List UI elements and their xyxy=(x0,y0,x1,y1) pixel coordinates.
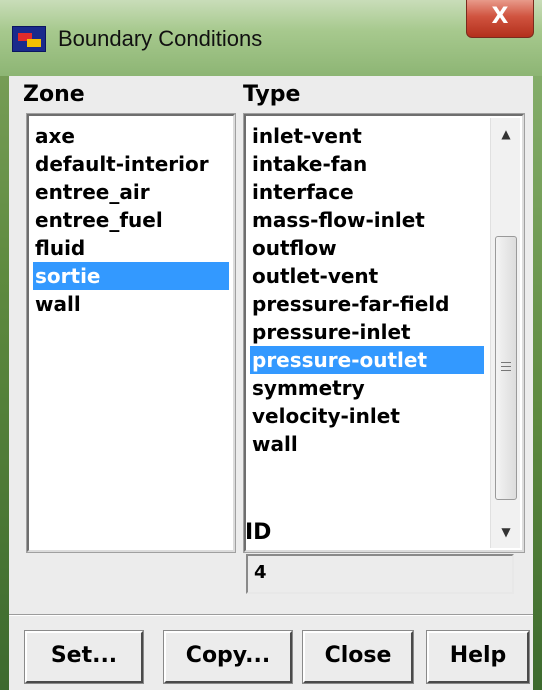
title-bar: Boundary Conditions X xyxy=(0,0,542,76)
fluent-app-icon xyxy=(12,26,46,52)
copy-button[interactable]: Copy... xyxy=(163,630,293,684)
type-item-mass-flow-inlet[interactable]: mass-flow-inlet xyxy=(250,206,425,234)
zone-item-entree-fuel[interactable]: entree_fuel xyxy=(33,206,163,234)
id-label: ID xyxy=(245,520,272,545)
window-close-button[interactable]: X xyxy=(466,0,534,38)
set-button[interactable]: Set... xyxy=(24,630,144,684)
type-list[interactable]: inlet-vent intake-fan interface mass-flo… xyxy=(243,113,525,553)
scroll-down-arrow-icon[interactable]: ▼ xyxy=(491,518,521,546)
type-item-interface[interactable]: interface xyxy=(250,178,354,206)
type-item-pressure-outlet[interactable]: pressure-outlet xyxy=(250,346,484,374)
type-item-outlet-vent[interactable]: outlet-vent xyxy=(250,262,378,290)
type-item-intake-fan[interactable]: intake-fan xyxy=(250,150,367,178)
zone-item-axe[interactable]: axe xyxy=(33,122,75,150)
zone-label: Zone xyxy=(23,82,85,107)
boundary-conditions-dialog: Zone axe default-interior entree_air ent… xyxy=(9,76,533,690)
close-button[interactable]: Close xyxy=(302,630,414,684)
help-button[interactable]: Help xyxy=(426,630,530,684)
zone-item-fluid[interactable]: fluid xyxy=(33,234,85,262)
zone-list[interactable]: axe default-interior entree_air entree_f… xyxy=(26,113,236,553)
zone-item-wall[interactable]: wall xyxy=(33,290,81,318)
zone-item-entree-air[interactable]: entree_air xyxy=(33,178,150,206)
zone-item-default-interior[interactable]: default-interior xyxy=(33,150,229,178)
type-list-scrollbar[interactable]: ▲ ▼ xyxy=(490,118,520,548)
type-item-wall[interactable]: wall xyxy=(250,430,298,458)
desktop-background-right xyxy=(533,0,542,690)
window-title: Boundary Conditions xyxy=(58,26,263,51)
type-item-velocity-inlet[interactable]: velocity-inlet xyxy=(250,402,400,430)
desktop-background-left xyxy=(0,0,9,690)
type-item-inlet-vent[interactable]: inlet-vent xyxy=(250,122,362,150)
zone-item-sortie[interactable]: sortie xyxy=(33,262,229,290)
scroll-up-arrow-icon[interactable]: ▲ xyxy=(491,120,521,148)
type-label: Type xyxy=(243,82,301,107)
type-item-symmetry[interactable]: symmetry xyxy=(250,374,365,402)
type-item-pressure-far-field[interactable]: pressure-far-field xyxy=(250,290,449,318)
scrollbar-thumb[interactable] xyxy=(495,236,517,500)
type-item-outflow[interactable]: outflow xyxy=(250,234,337,262)
id-field: 4 xyxy=(246,554,514,594)
button-separator xyxy=(9,614,533,616)
type-item-pressure-inlet[interactable]: pressure-inlet xyxy=(250,318,411,346)
